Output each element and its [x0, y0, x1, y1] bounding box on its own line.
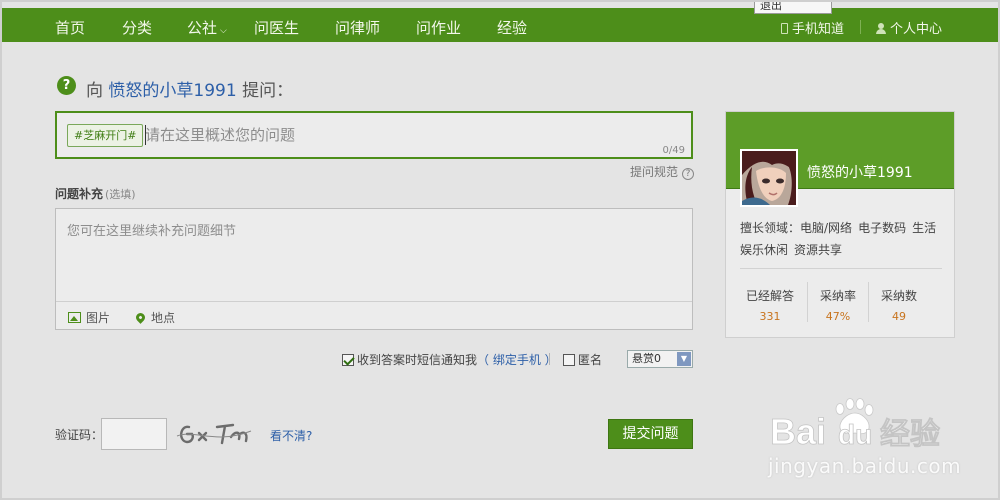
anonymous-label: 匿名 — [578, 353, 603, 367]
stat-label: 已经解答 — [745, 289, 794, 303]
question-input[interactable] — [145, 123, 665, 147]
captcha-label: 验证码： — [55, 428, 104, 442]
anonymous-option: 匿名 — [563, 351, 602, 368]
svg-text:经验: 经验 — [880, 417, 940, 452]
help-icon: ? — [682, 168, 695, 180]
avatar[interactable] — [740, 149, 798, 207]
location-pin-icon — [134, 311, 147, 324]
supplement-optional-hint: (选填) — [105, 188, 136, 201]
question-input-box: #芝麻开门# 0/49 — [55, 111, 693, 159]
nav-item-ask-lawyer[interactable]: 问律师 — [335, 17, 380, 38]
title-prefix: 向 — [86, 81, 103, 101]
stat-value: 331 — [759, 310, 781, 323]
insert-location-label: 地点 — [151, 311, 176, 325]
expertise-item[interactable]: 资源共享 — [794, 243, 842, 257]
question-rules-link[interactable]: 提问规范? — [630, 163, 695, 180]
supplement-toolbar: 图片 地点 — [56, 301, 692, 329]
captcha-image[interactable] — [175, 419, 253, 449]
insert-image-button[interactable]: 图片 — [68, 309, 110, 326]
captcha-input[interactable] — [101, 418, 167, 450]
stat-label: 采纳数 — [880, 289, 917, 303]
nav-item-home[interactable]: 首页 — [55, 17, 85, 38]
expertise-label: 擅长领域： — [740, 221, 801, 235]
stat-label: 采纳率 — [819, 289, 856, 303]
expertise-list: 擅长领域：电脑/网络 电子数码 生活 娱乐休闲 资源共享 — [740, 217, 945, 261]
topic-tag-button[interactable]: #芝麻开门# — [67, 124, 144, 147]
captcha-refresh-link[interactable]: 看不清? — [270, 427, 312, 444]
expertise-item[interactable]: 生活 — [912, 221, 936, 235]
stat-value: 49 — [892, 310, 906, 323]
insert-image-label: 图片 — [86, 311, 111, 325]
submit-question-button[interactable]: 提交问题 — [608, 419, 693, 449]
logout-menu-item[interactable]: 退出 — [754, 0, 832, 14]
sms-notify-checkbox[interactable] — [342, 354, 354, 366]
nav-item-community[interactable]: 公社 ⌵ — [187, 17, 227, 38]
mobile-app-label: 手机知道 — [792, 22, 845, 37]
supplement-label-text: 问题补充 — [55, 187, 104, 201]
svg-text:Bai: Bai — [770, 411, 826, 452]
reward-select-value: 悬赏0 — [632, 352, 661, 365]
image-icon — [68, 312, 81, 323]
baidu-jingyan-watermark-logo: Bai du 经验 — [770, 398, 940, 452]
bind-phone-link[interactable]: （ 绑定手机 ） — [477, 353, 557, 367]
nav-item-category[interactable]: 分类 — [122, 17, 152, 38]
rules-link-label: 提问规范 — [630, 165, 679, 179]
title-suffix: 提问： — [242, 81, 294, 101]
insert-location-button[interactable]: 地点 — [134, 309, 176, 326]
expertise-item[interactable]: 电子数码 — [858, 221, 906, 235]
profile-card: 愤怒的小草1991 擅长领域：电脑/网络 电子数码 生活 娱乐休闲 资源共享 已经解答… — [725, 111, 955, 338]
anonymous-checkbox[interactable] — [563, 354, 575, 366]
profile-card-divider — [740, 268, 942, 269]
text-cursor — [145, 125, 146, 145]
chevron-down-icon: ▼ — [677, 352, 691, 366]
stat-value: 47% — [825, 310, 851, 323]
watermark-url: jingyan.baidu.com — [768, 454, 962, 478]
expertise-item[interactable]: 电脑/网络 — [800, 221, 852, 235]
nav-item-homework[interactable]: 问作业 — [416, 17, 461, 38]
page-title: 向 愤怒的小草1991 提问： — [86, 76, 293, 101]
stat-answered: 已经解答 331 — [740, 287, 800, 323]
nav-divider — [860, 20, 861, 34]
supplement-label: 问题补充 (选填) — [55, 185, 136, 202]
expertise-item[interactable]: 娱乐休闲 — [740, 243, 788, 257]
title-username[interactable]: 愤怒的小草1991 — [108, 81, 236, 101]
nav-item-experience[interactable]: 经验 — [497, 17, 527, 38]
svg-text:du: du — [838, 419, 872, 450]
user-center-link[interactable]: 个人中心 — [876, 18, 942, 37]
nav-item-community-label: 公社 — [187, 19, 218, 37]
question-icon: ? — [57, 76, 76, 95]
profile-name[interactable]: 愤怒的小草1991 — [807, 162, 913, 182]
stat-adopted-count: 采纳数 49 — [869, 287, 929, 323]
sms-notify-label: 收到答案时短信通知我 — [357, 353, 478, 367]
char-counter: 0/49 — [662, 145, 685, 156]
chevron-down-icon: ⌵ — [220, 26, 227, 36]
user-icon — [876, 23, 886, 34]
supplement-box: 图片 地点 — [55, 208, 693, 330]
stat-adoption-rate: 采纳率 47% — [808, 287, 868, 323]
user-center-label: 个人中心 — [890, 22, 943, 37]
nav-item-ask-doctor[interactable]: 问医生 — [254, 17, 299, 38]
reward-select[interactable]: 悬赏0 ▼ — [627, 350, 693, 368]
mobile-app-link[interactable]: 手机知道 — [781, 18, 844, 37]
top-nav-bar: 首页 分类 公社 ⌵ 问医生 问律师 问作业 经验 手机知道 个人中心 — [2, 8, 998, 42]
phone-icon — [781, 23, 788, 34]
avatar-image — [742, 151, 796, 205]
sms-notify-option: 收到答案时短信通知我（ 绑定手机 ） — [342, 351, 557, 368]
options-divider — [549, 353, 550, 365]
supplement-textarea[interactable] — [57, 210, 691, 300]
